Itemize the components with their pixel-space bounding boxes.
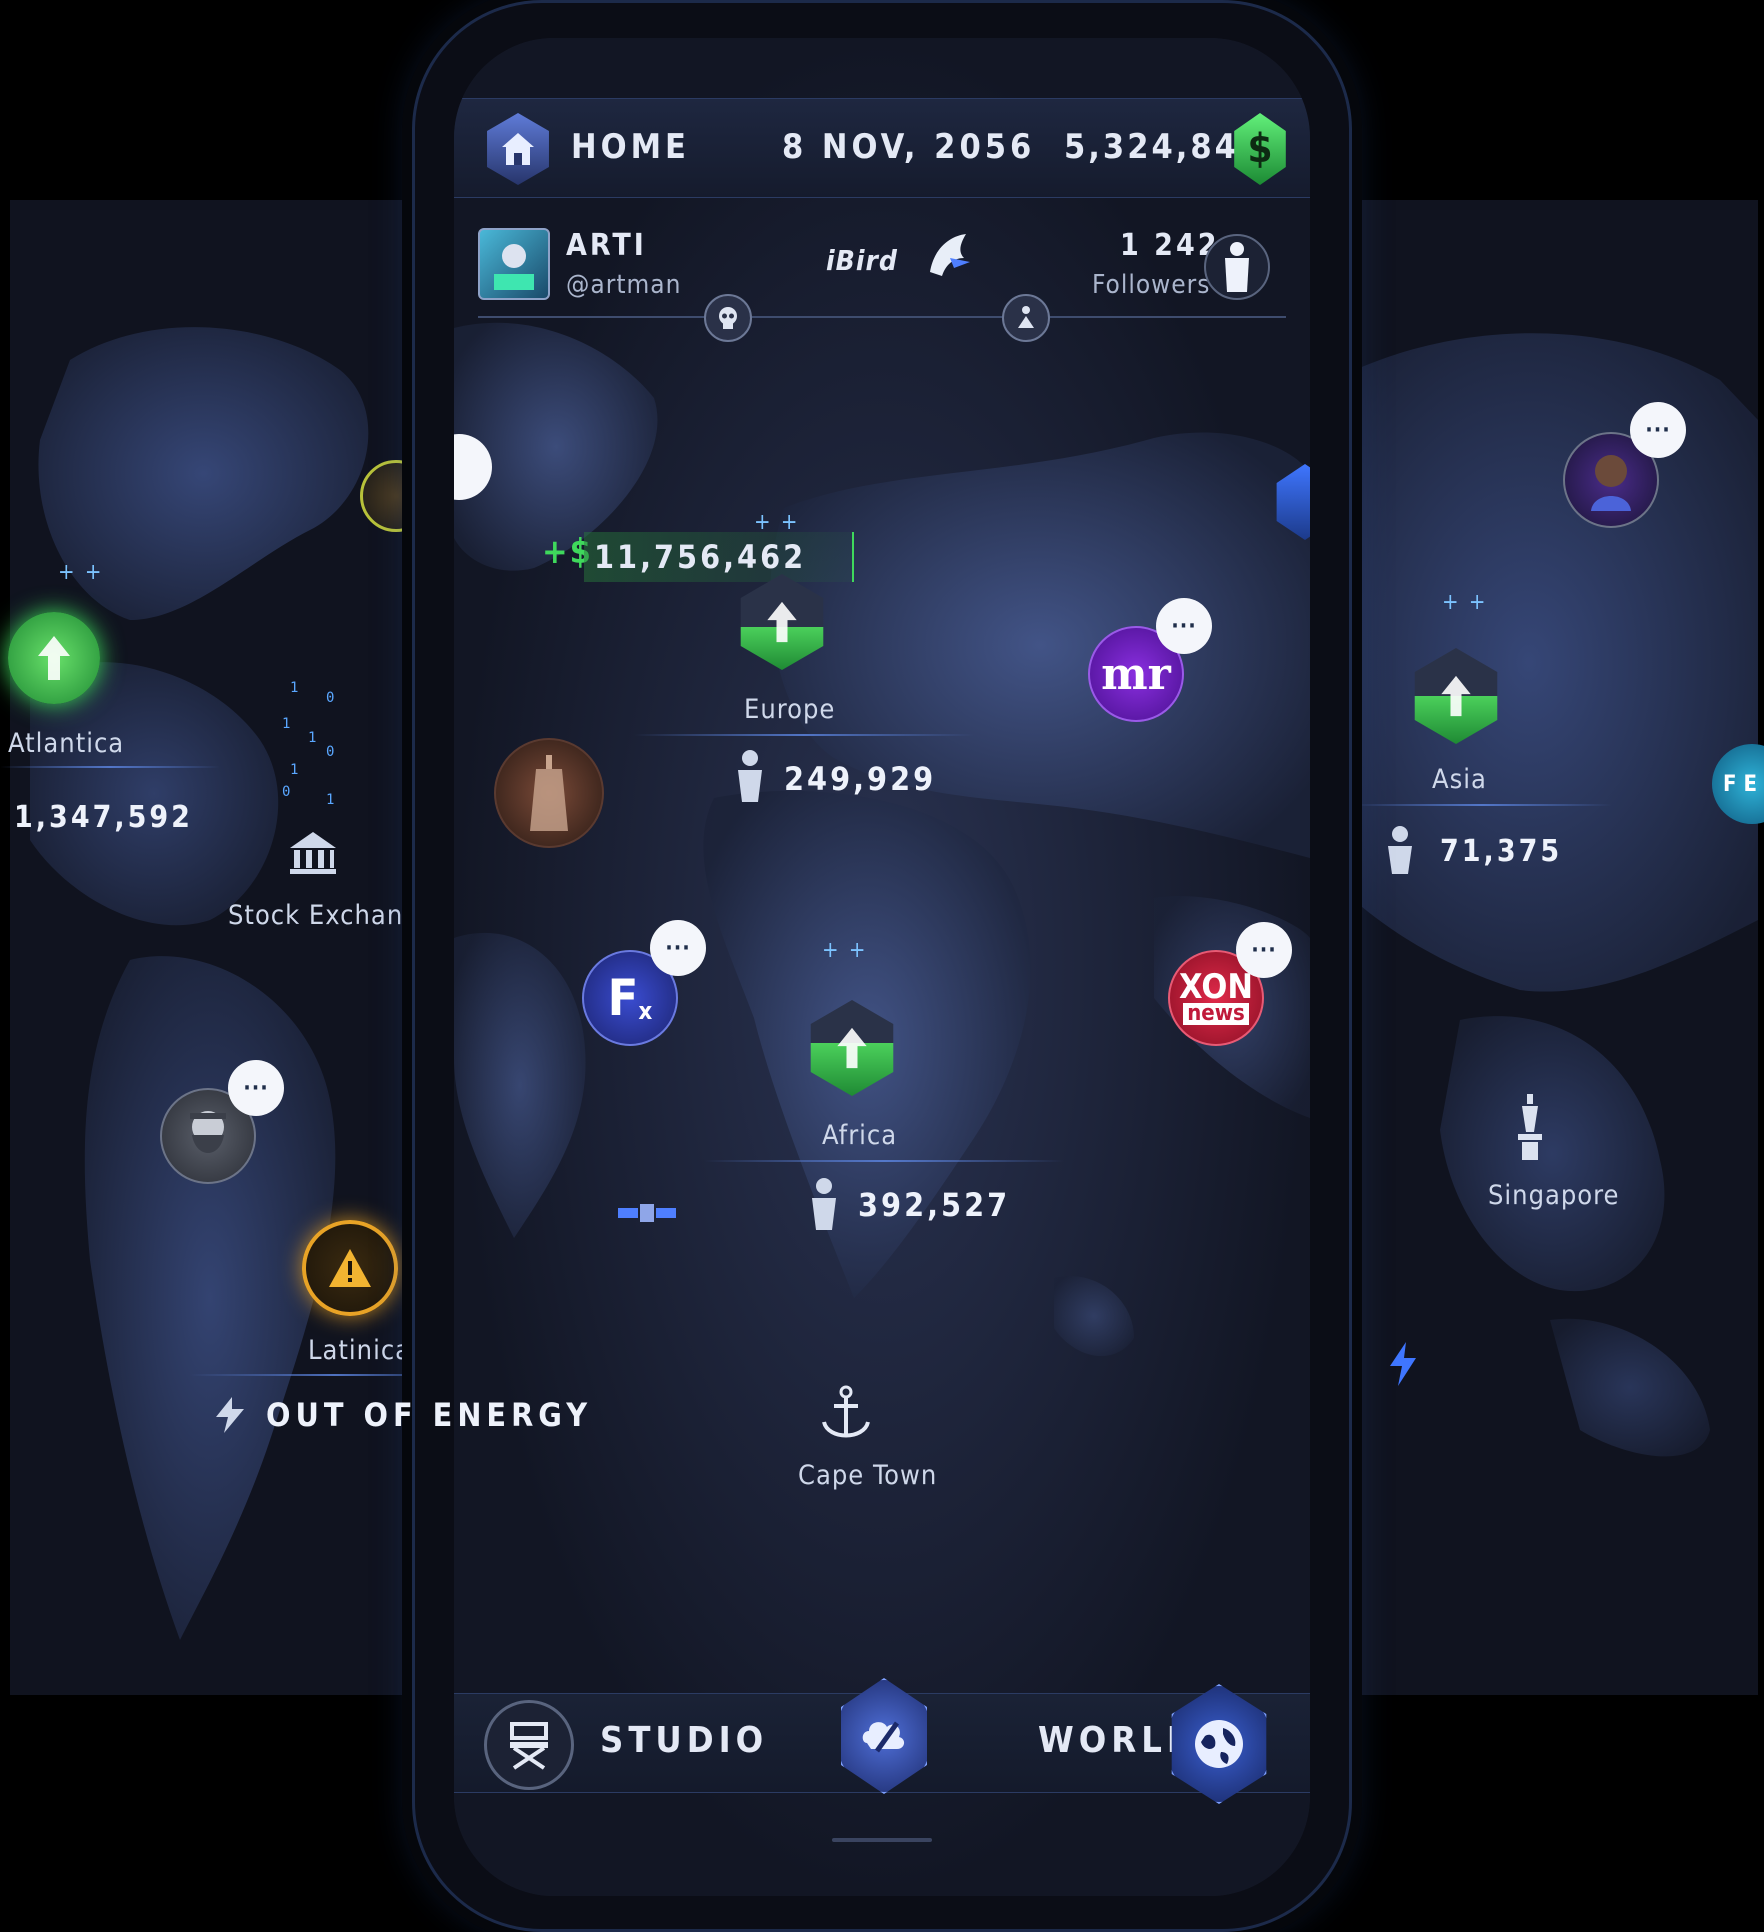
green-dollar-icon[interactable]: $ (1234, 113, 1286, 185)
game-scene: + + Atlantica 1,347,592 1 0 1 1 0 1 0 1 … (0, 0, 1764, 1932)
energy-bolt-icon (216, 1397, 244, 1433)
europe-label: Europe (744, 694, 836, 725)
create-post-button[interactable] (841, 1678, 927, 1794)
binary-6: 0 (282, 784, 291, 800)
hermes-head-icon (837, 1027, 867, 1069)
binary-stream: 1 0 1 1 0 1 0 1 (280, 680, 340, 810)
skull-icon[interactable] (704, 294, 752, 342)
xon-channel-text: XON (1179, 967, 1253, 1007)
africa-label: Africa (822, 1120, 898, 1151)
hermes-head-icon (1441, 675, 1471, 717)
director-chair-icon[interactable] (484, 1700, 574, 1790)
fx-channel-text: F (607, 969, 639, 1027)
binary-3: 1 (308, 730, 317, 746)
studio-label[interactable]: STUDIO (600, 1720, 768, 1761)
latinica-warning-badge[interactable] (302, 1220, 398, 1316)
user-handle: @artman (566, 270, 682, 300)
cape-town-label: Cape Town (798, 1460, 938, 1491)
left-map-panel (10, 200, 470, 1695)
sparkle-left: + + (58, 560, 104, 585)
europe-population: 249,929 (784, 760, 937, 798)
hermes-head-icon (38, 636, 70, 680)
right-chat-bubble[interactable]: ··· (1630, 402, 1686, 458)
network-name: iBird (826, 244, 898, 277)
binary-1: 0 (326, 690, 335, 706)
globe-icon[interactable] (1171, 1684, 1267, 1804)
profile-divider (478, 316, 1286, 318)
warning-triangle-icon (329, 1249, 371, 1287)
right-map-panel (1300, 200, 1758, 1695)
xon-channel-subtext: news (1183, 1003, 1249, 1025)
out-of-energy-label: OUT OF ENERGY (266, 1396, 593, 1434)
asia-label: Asia (1432, 764, 1487, 795)
left-map-landmass (30, 327, 369, 1640)
mr-channel-text: mr (1101, 648, 1171, 700)
fx-channel-subtext: x (638, 997, 653, 1025)
asia-population: 71,375 (1440, 834, 1563, 869)
stock-exchange-icon[interactable] (286, 828, 340, 876)
population-figure-icon (738, 750, 762, 802)
mr-chat-bubble[interactable]: ··· (1156, 598, 1212, 654)
globe-glyph (1195, 1720, 1243, 1768)
satellite-icon[interactable] (616, 1194, 678, 1234)
skull-glyph (719, 307, 737, 329)
bearded-man-icon (190, 1111, 226, 1153)
singapore-tower-icon[interactable] (1512, 1092, 1548, 1162)
sparkle-europe: + + (754, 510, 800, 535)
currency-symbol: $ (1247, 126, 1273, 172)
atlantica-region-badge[interactable] (8, 612, 100, 704)
atlantica-underline (0, 766, 220, 768)
home-indicator (832, 1838, 932, 1842)
followers-label: Followers (1092, 270, 1211, 300)
atlantica-population: 1,347,592 (14, 800, 193, 835)
africa-underline (704, 1160, 1064, 1162)
phone-screen: HOME 8 NOV, 2056 5,324,841 $ ARTI @artma… (454, 38, 1310, 1896)
user-avatar[interactable] (478, 228, 550, 300)
skyscraper-icon (530, 755, 568, 831)
meditation-glyph (1018, 306, 1034, 328)
population-figure-icon (1388, 826, 1412, 874)
left-chat-bubble[interactable]: ··· (228, 1060, 284, 1116)
sparkle-right: + + (1442, 590, 1488, 615)
building-landmark-icon[interactable] (494, 738, 604, 848)
anchor-icon[interactable] (818, 1384, 874, 1446)
binary-7: 1 (326, 792, 335, 808)
cloud-pencil-icon (862, 1721, 905, 1753)
stock-exchange-label: Stock Exchange (228, 900, 436, 931)
africa-population: 392,527 (858, 1186, 1011, 1224)
balance-display: 5,324,841 (1064, 127, 1264, 167)
right-map-landmass (1300, 333, 1758, 1457)
binary-4: 0 (326, 744, 335, 760)
meditation-icon[interactable] (1002, 294, 1050, 342)
top-bar: HOME 8 NOV, 2056 5,324,841 $ (454, 98, 1310, 198)
date-display: 8 NOV, 2056 (782, 127, 1036, 167)
singapore-label: Singapore (1488, 1180, 1620, 1211)
avatar-portrait-icon (494, 244, 534, 290)
home-icon (502, 133, 534, 165)
lightning-icon (1390, 1342, 1416, 1386)
chair-glyph (510, 1722, 548, 1770)
right-partial-badge-text: F E (1723, 771, 1757, 797)
sparkle-africa: + + (822, 938, 868, 963)
europe-underline (634, 734, 974, 736)
income-amount: 11,756,462 (584, 532, 855, 582)
binary-0: 1 (290, 680, 299, 696)
home-label[interactable]: HOME (571, 127, 690, 167)
followers-icon[interactable] (1204, 234, 1270, 300)
bird-logo-icon (930, 234, 970, 276)
user-name: ARTI (566, 228, 647, 263)
asia-underline (1352, 804, 1612, 806)
population-figure-icon (812, 1178, 836, 1230)
home-hex-icon[interactable] (487, 113, 549, 185)
atlantica-label: Atlantica (8, 728, 125, 759)
latinica-label: Latinica (308, 1335, 412, 1366)
binary-2: 1 (282, 716, 291, 732)
bottom-nav-bar: STUDIO WORLD (454, 1678, 1310, 1804)
hermes-head-icon (767, 601, 797, 643)
xon-chat-bubble[interactable]: ··· (1236, 922, 1292, 978)
man-portrait-icon (1591, 455, 1631, 511)
binary-5: 1 (290, 762, 299, 778)
fx-chat-bubble[interactable]: ··· (650, 920, 706, 976)
person-figure-icon (1225, 242, 1249, 292)
